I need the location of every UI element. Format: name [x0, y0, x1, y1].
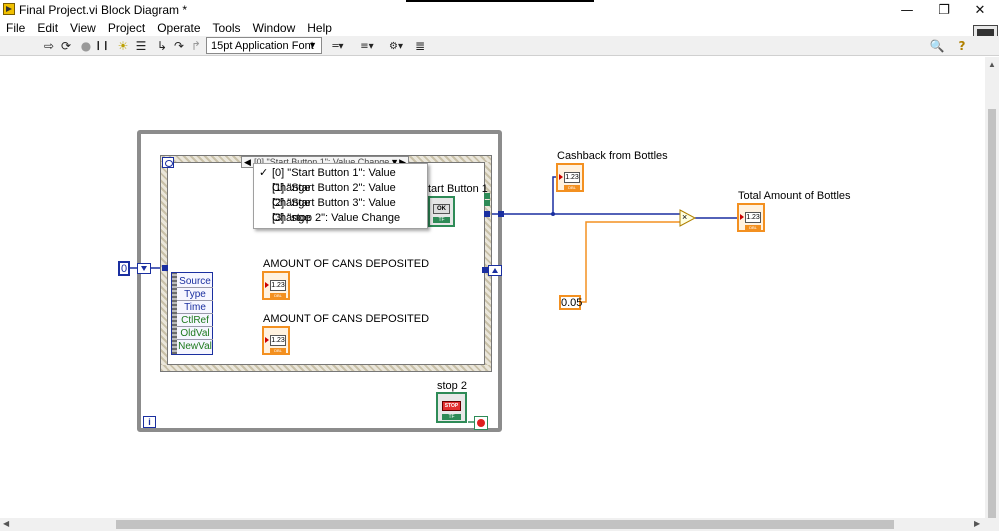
distribute-objects-icon[interactable]: ≡▾ [355, 38, 379, 54]
start-button-label: tart Button 1 [428, 183, 488, 195]
dropdown-item-label: [3] "stop 2": Value Change [272, 212, 401, 224]
highlight-execution-icon[interactable]: ☀ [116, 38, 130, 54]
scroll-left-icon[interactable]: ◀ [3, 519, 9, 528]
search-icon[interactable]: 🔍 [928, 38, 946, 54]
init-constant[interactable]: 0 [118, 261, 130, 276]
menu-view[interactable]: View [70, 21, 96, 35]
vertical-scrollbar[interactable]: ▲ [985, 57, 999, 519]
loop-tunnel-out [498, 211, 504, 217]
event-data-ctlref[interactable]: CtlRef [177, 314, 213, 327]
event-tunnel-right [482, 267, 488, 273]
help-icon[interactable]: ? [955, 38, 969, 54]
event-tunnel-out [484, 211, 490, 217]
cashback-indicator[interactable]: 1.23 DBL [556, 163, 584, 192]
toolbar: ⇨ ⟳ ● ❙❙ ☀ ☰ ↳ ↷ ↱ 15pt Application Font… [0, 36, 999, 56]
cans-indicator-label-1: AMOUNT OF CANS DEPOSITED [263, 258, 430, 270]
indicator-pointer-icon [265, 282, 269, 288]
step-into-icon[interactable]: ↳ [154, 38, 170, 54]
iteration-terminal[interactable]: i [143, 416, 156, 428]
start-button-terminal[interactable]: OK TF [428, 196, 455, 227]
menu-operate[interactable]: Operate [157, 21, 200, 35]
indicator-pointer-icon [559, 174, 563, 180]
menu-bar: File Edit View Project Operate Tools Win… [0, 20, 999, 36]
indicator-type: DBL [270, 293, 286, 298]
event-case-dropdown: ✓ [0] "Start Button 1": Value Change [1]… [253, 163, 428, 229]
scroll-right-icon[interactable]: ▶ [974, 519, 980, 528]
menu-window[interactable]: Window [253, 21, 296, 35]
indicator-pointer-icon [740, 214, 744, 220]
font-select[interactable]: 15pt Application Font ▼ [206, 37, 322, 54]
menu-help[interactable]: Help [307, 21, 332, 35]
loop-condition-stop-icon[interactable] [474, 416, 488, 430]
indicator-face: 1.23 [564, 172, 580, 183]
indicator-face: 1.23 [745, 212, 761, 223]
case-prev-icon[interactable]: ◀ [244, 157, 251, 167]
ok-button-face: OK [433, 204, 450, 214]
menu-file[interactable]: File [6, 21, 25, 35]
event-data-type[interactable]: Type [177, 288, 213, 301]
horizontal-scroll-thumb[interactable] [116, 520, 894, 529]
minimize-button[interactable]: — [889, 0, 925, 20]
pause-icon[interactable]: ❙❙ [94, 38, 109, 54]
retain-wire-values-icon[interactable]: ☰ [134, 38, 148, 54]
step-over-icon[interactable]: ↷ [172, 38, 186, 54]
event-data-oldval[interactable]: OldVal [177, 327, 213, 340]
shift-register-right[interactable] [488, 265, 502, 276]
title-bar: Final Project.vi Block Diagram * — ❐ ✕ [0, 0, 999, 20]
shift-register-left[interactable] [137, 263, 151, 274]
event-data-source[interactable]: Source [177, 275, 213, 288]
event-data-node[interactable]: Source Type Time CtlRef OldVal NewVal [171, 272, 213, 355]
boolean-type-tag: TF [433, 217, 450, 223]
dropdown-item-2[interactable]: [2] "Start Button 3": Value Change [254, 196, 427, 224]
cleanup-diagram-icon[interactable]: ≣ [412, 38, 428, 54]
boolean-tunnel [484, 200, 490, 206]
chevron-down-icon: ▼ [308, 40, 317, 50]
cans-indicator-1[interactable]: 1.23 DBL [262, 271, 290, 300]
stop-button-terminal[interactable]: STOP TF [436, 392, 467, 423]
rate-constant[interactable]: 0.05 [559, 295, 582, 310]
abort-icon[interactable]: ● [79, 38, 93, 54]
window-title: Final Project.vi Block Diagram * [19, 3, 188, 17]
horizontal-scrollbar[interactable]: ◀ ▶ [0, 518, 999, 531]
align-objects-icon[interactable]: ═▾ [326, 38, 350, 54]
run-continuously-icon[interactable]: ⟳ [59, 38, 73, 54]
indicator-type: DBL [745, 225, 761, 230]
close-button[interactable]: ✕ [962, 0, 998, 20]
cashback-label: Cashback from Bottles [557, 150, 668, 162]
vertical-scroll-thumb[interactable] [988, 109, 996, 519]
dropdown-item-0[interactable]: ✓ [0] "Start Button 1": Value Change [254, 166, 427, 194]
reorder-icon[interactable]: ⚙▾ [384, 38, 408, 54]
event-tunnel-left [162, 265, 168, 271]
event-data-newval[interactable]: NewVal [177, 340, 213, 353]
indicator-type: DBL [270, 348, 286, 353]
scroll-up-icon[interactable]: ▲ [988, 60, 996, 69]
dropdown-item-3[interactable]: [3] "stop 2": Value Change [254, 211, 427, 226]
run-arrow-icon[interactable]: ⇨ [42, 38, 56, 54]
dropdown-item-1[interactable]: [1] "Start Button 2": Value Change [254, 181, 427, 209]
checkmark-icon: ✓ [259, 167, 269, 179]
labview-icon [3, 3, 15, 15]
total-bottles-indicator[interactable]: 1.23 DBL [737, 203, 765, 232]
boolean-type-tag: TF [442, 414, 461, 420]
restore-button[interactable]: ❐ [926, 0, 962, 20]
indicator-pointer-icon [265, 337, 269, 343]
cans-indicator-2[interactable]: 1.23 DBL [262, 326, 290, 355]
menu-project[interactable]: Project [108, 21, 145, 35]
event-data-time[interactable]: Time [177, 301, 213, 314]
stop-button-label: stop 2 [437, 380, 467, 392]
menu-tools[interactable]: Tools [213, 21, 241, 35]
total-bottles-label: Total Amount of Bottles [738, 190, 851, 202]
timeout-terminal-icon[interactable] [162, 157, 174, 168]
indicator-face: 1.23 [270, 280, 286, 291]
indicator-type: DBL [564, 185, 580, 190]
step-out-icon[interactable]: ↱ [189, 38, 203, 54]
stop-button-face: STOP [442, 401, 461, 411]
font-select-value: 15pt Application Font [211, 39, 314, 52]
cans-indicator-label-2: AMOUNT OF CANS DEPOSITED [263, 313, 430, 325]
title-strip [406, 0, 594, 2]
boolean-tunnel [484, 193, 490, 199]
multiply-node-label: × [682, 212, 688, 222]
menu-edit[interactable]: Edit [37, 21, 58, 35]
indicator-face: 1.23 [270, 335, 286, 346]
